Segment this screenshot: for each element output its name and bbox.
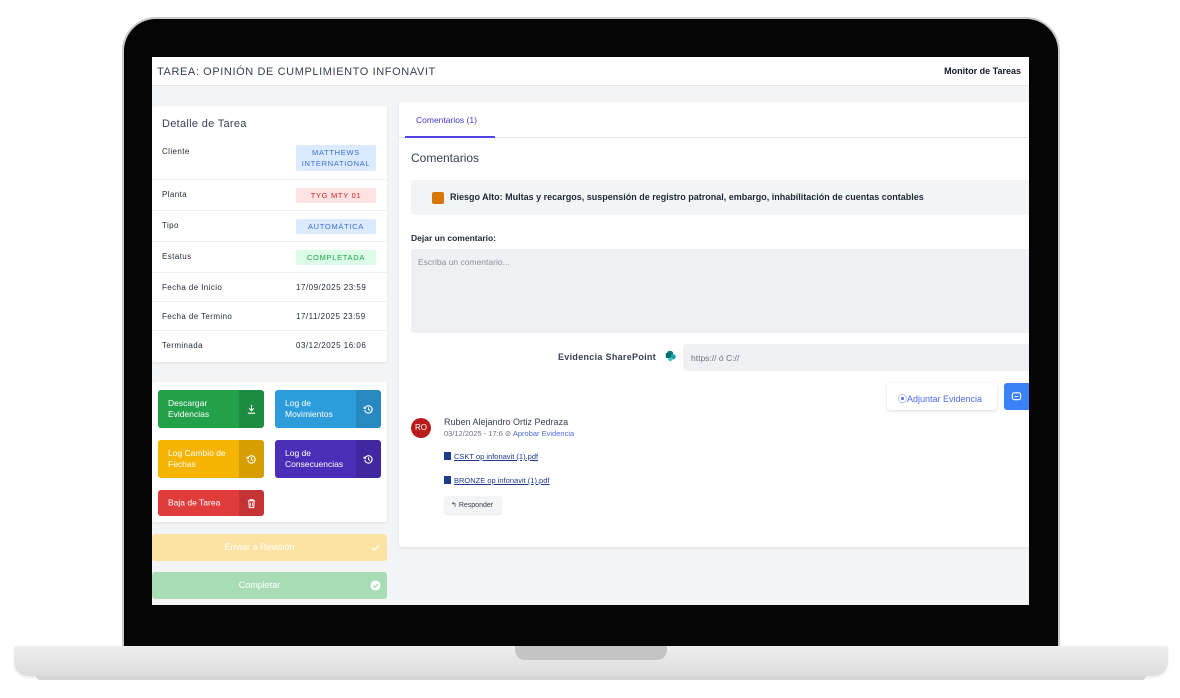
- button-label: Completar: [238, 580, 281, 590]
- top-bar: TAREA: OPINIÓN DE CUMPLIMIENTO INFONAVIT…: [152, 57, 1029, 86]
- detail-row-finished: Terminada 03/12/2025 16:06: [152, 331, 387, 360]
- laptop-base-shadow: [36, 676, 1146, 680]
- history-icon: [239, 440, 264, 478]
- task-detail-card: Detalle de Tarea Cliente MATTHEWS INTERN…: [152, 106, 387, 362]
- sharepoint-icon: [665, 350, 676, 362]
- comments-panel: Comentarios (1) Comentarios Riesgo Alto:…: [399, 102, 1029, 547]
- drop-task-button[interactable]: Baja de Tarea: [158, 490, 264, 516]
- section-title: Comentarios: [411, 151, 480, 165]
- download-evidence-button[interactable]: Descargar Evidencias: [158, 390, 264, 428]
- button-label: Responder: [458, 502, 494, 509]
- app-screen: TAREA: OPINIÓN DE CUMPLIMIENTO INFONAVIT…: [152, 57, 1029, 605]
- detail-label: Cliente: [162, 147, 190, 156]
- detail-row-start-date: Fecha de Inicio 17/09/2025 23:59: [152, 273, 387, 302]
- movements-log-button[interactable]: Log de Movimientos: [275, 390, 381, 428]
- approve-icon: ⊘: [504, 429, 512, 438]
- button-label: Baja de Tarea: [168, 497, 221, 508]
- attachment-name: BRONZE op infonavit (1).pdf: [454, 476, 550, 485]
- monitor-tasks-link[interactable]: Monitor de Tareas: [944, 66, 1021, 76]
- detail-row-type: Tipo AUTOMÁTICA: [152, 211, 387, 242]
- detail-label: Fecha de Termino: [162, 312, 233, 321]
- sharepoint-label: Evidencia SharePoint: [558, 352, 657, 362]
- detail-row-plant: Planta TYG MTY 01: [152, 180, 387, 211]
- button-label: Log Cambio de Fechas: [168, 448, 226, 469]
- tab-comments[interactable]: Comentarios (1): [405, 102, 495, 138]
- status-badge: COMPLETADA: [296, 250, 376, 265]
- laptop-notch: [515, 646, 667, 660]
- attachment-link[interactable]: BRONZE op infonavit (1).pdf: [444, 476, 549, 485]
- file-icon: [444, 476, 451, 484]
- button-label: Log de Consecuencias: [285, 448, 344, 469]
- tab-label: Comentarios (1): [416, 115, 477, 125]
- page-title: TAREA: OPINIÓN DE CUMPLIMIENTO INFONAVIT: [157, 66, 436, 78]
- risk-alert: Riesgo Alto: Multas y recargos, suspensi…: [411, 180, 1029, 215]
- reply-button[interactable]: ↰ Responder: [444, 496, 502, 514]
- comment-icon: [1011, 392, 1022, 401]
- send-review-button[interactable]: Enviar a Revisión: [152, 534, 387, 561]
- risk-text: Riesgo Alto: Multas y recargos, suspensi…: [450, 192, 924, 202]
- approve-evidence-link[interactable]: Aprobar Evidencia: [513, 429, 574, 438]
- detail-label: Planta: [162, 190, 188, 199]
- detail-row-end-date: Fecha de Termino 17/11/2025 23:59: [152, 302, 387, 331]
- history-icon: [356, 390, 381, 428]
- plant-badge: TYG MTY 01: [296, 188, 376, 203]
- detail-label: Fecha de Inicio: [162, 283, 223, 292]
- attachment-name: CSKT op infonavit (1).pdf: [454, 452, 539, 461]
- finished-date-value: 03/12/2025 16:06: [296, 341, 367, 350]
- client-badge: MATTHEWS INTERNATIONAL: [296, 145, 376, 171]
- end-date-value: 17/11/2025 23:59: [296, 312, 366, 321]
- tab-strip: Comentarios (1): [399, 102, 1029, 138]
- comment-meta: 03/12/2025 - 17:6 ⊘ Aprobar Evidencia: [444, 429, 574, 438]
- risk-indicator-icon: [432, 192, 444, 204]
- detail-label: Estatus: [162, 252, 192, 261]
- complete-button[interactable]: Completar: [152, 572, 387, 599]
- comment-textarea[interactable]: [411, 249, 1029, 333]
- detail-label: Terminada: [162, 341, 203, 350]
- attachment-link[interactable]: CSKT op infonavit (1).pdf: [444, 452, 538, 461]
- detail-label: Tipo: [162, 221, 179, 230]
- paperclip-icon: ⦿: [898, 394, 908, 404]
- consequences-log-button[interactable]: Log de Consecuencias: [275, 440, 381, 478]
- check-circle-icon: [370, 580, 381, 591]
- history-icon: [356, 440, 381, 478]
- start-date-value: 17/09/2025 23:59: [296, 283, 367, 292]
- attach-evidence-button[interactable]: ⦿Adjuntar Evidencia: [887, 383, 997, 410]
- trash-icon: [239, 490, 264, 516]
- download-icon: [239, 390, 264, 428]
- reply-icon: ↰: [451, 502, 457, 509]
- avatar: RO: [411, 418, 431, 438]
- comment-label: Dejar un comentario:: [411, 233, 497, 243]
- button-label: Enviar a Revisión: [224, 542, 295, 552]
- date-change-log-button[interactable]: Log Cambio de Fechas: [158, 440, 264, 478]
- send-comment-button[interactable]: [1004, 383, 1029, 410]
- comment-author: Ruben Alejandro Ortiz Pedraza: [444, 417, 569, 427]
- button-label: Log de Movimientos: [285, 398, 333, 419]
- type-badge: AUTOMÁTICA: [296, 219, 376, 234]
- detail-row-status: Estatus COMPLETADA: [152, 242, 387, 273]
- button-label: Descargar Evidencias: [168, 398, 210, 419]
- comment-timestamp: 03/12/2025 - 17:6: [444, 429, 503, 438]
- check-icon: [371, 544, 380, 552]
- button-label: Adjuntar Evidencia: [907, 394, 983, 404]
- detail-title: Detalle de Tarea: [162, 118, 247, 130]
- actions-card: Descargar Evidencias Log de Movimientos …: [152, 382, 387, 522]
- file-icon: [444, 452, 451, 460]
- detail-row-client: Cliente MATTHEWS INTERNATIONAL: [152, 142, 387, 180]
- sharepoint-url-input[interactable]: [683, 344, 1029, 371]
